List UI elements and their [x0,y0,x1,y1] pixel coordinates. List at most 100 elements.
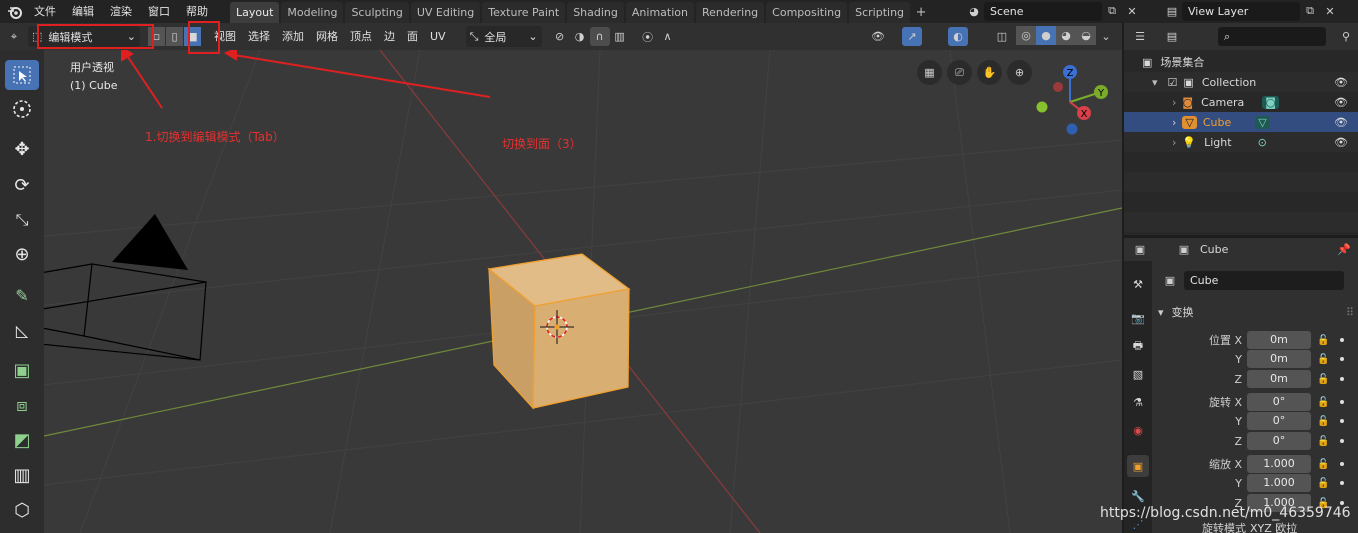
knife-tool[interactable]: ⬡ [5,495,39,525]
tab-sculpting[interactable]: Sculpting [345,2,409,23]
eye-icon[interactable]: 👁 [1334,116,1348,129]
pan-hand-icon[interactable]: ✋ [977,60,1002,85]
gizmo-icon[interactable]: ↗ [902,27,922,46]
lock-icon[interactable]: 🔓 [1317,335,1329,346]
drag-handle-icon[interactable]: ⠿ [1346,306,1354,319]
tab-rendering[interactable]: Rendering [695,2,765,23]
overlay-icon[interactable]: ◐ [948,27,968,46]
outliner-row-cube[interactable]: › ▽ Cube ▽ 👁 [1124,112,1358,132]
keyframe-dot-icon[interactable] [1340,462,1344,466]
rotation-x-field[interactable]: 0° [1247,393,1311,411]
lock-icon[interactable]: 🔓 [1317,416,1329,427]
display-mode-icon[interactable]: ▤ [1162,27,1182,46]
light-data-icon[interactable]: ⊙ [1258,136,1267,149]
modifier-tab-icon[interactable]: 🔧 [1127,485,1149,507]
editor-type-icon[interactable]: ⌖ [4,27,24,46]
view-layer-field[interactable]: View Layer [1182,1,1300,21]
menu-vertex[interactable]: 顶点 [344,26,378,47]
render-tab-icon[interactable]: 📷 [1127,307,1149,329]
xray-icon[interactable]: ◫ [992,27,1012,46]
outliner-search-input[interactable]: ⌕ [1218,27,1326,46]
pivot-icon[interactable]: ⊘ [550,27,570,46]
location-x-field[interactable]: 0m [1247,331,1311,349]
menu-uv[interactable]: UV [424,26,452,47]
edge-select-icon[interactable]: ▯ [166,27,184,46]
properties-editor-icon[interactable]: ▣ [1130,240,1150,259]
scale-tool[interactable]: ⤡ [5,205,39,235]
outliner-row-collection[interactable]: ▾ ☑ ▣ Collection 👁 [1124,72,1358,92]
outliner-row-camera[interactable]: › ◙ Camera ◙ 👁 [1124,92,1358,112]
falloff-icon[interactable]: ∧ [658,27,678,46]
expand-icon[interactable]: › [1172,136,1176,149]
scene-tab-icon[interactable]: ⚗ [1127,391,1149,413]
new-scene-icon[interactable]: ⧉ [1102,2,1122,21]
select-box-tool[interactable] [5,60,39,90]
mesh-data-icon[interactable]: ▽ [1255,115,1270,129]
add-workspace-button[interactable]: + [912,2,930,23]
menu-edit[interactable]: 编辑 [64,2,102,22]
menu-add[interactable]: 添加 [276,26,310,47]
chevron-down-icon[interactable]: ⌄ [1096,27,1116,46]
menu-select[interactable]: 选择 [242,26,276,47]
annotate-tool[interactable]: ✎ [5,280,39,310]
tool-tab-icon[interactable]: ⚒ [1127,273,1149,295]
object-name-field[interactable]: Cube [1184,270,1344,290]
keyframe-dot-icon[interactable] [1340,338,1344,342]
measure-tool[interactable]: ◺ [5,315,39,345]
object-tab-icon[interactable]: ▣ [1127,455,1149,477]
lock-icon[interactable]: 🔓 [1317,459,1329,470]
eye-icon[interactable]: 👁 [1334,136,1348,149]
zoom-icon[interactable]: ⊕ [1007,60,1032,85]
expand-icon[interactable]: › [1172,116,1176,129]
output-tab-icon[interactable]: 🖶 [1127,335,1149,357]
scale-x-field[interactable]: 1.000 [1247,455,1311,473]
tab-animation[interactable]: Animation [625,2,694,23]
camera-data-icon[interactable]: ◙ [1262,95,1279,109]
menu-help[interactable]: 帮助 [178,2,216,22]
menu-render[interactable]: 渲染 [102,2,140,22]
view-layer-icon[interactable]: ▤ [1162,2,1182,21]
tab-uv-editing[interactable]: UV Editing [410,2,481,23]
orientation-dropdown[interactable]: ⤡ 全局 ⌄ [465,26,542,47]
menu-mesh[interactable]: 网格 [310,26,344,47]
tab-modeling[interactable]: Modeling [281,2,344,23]
axis-gizmo[interactable]: Z Y X [1032,62,1112,142]
inset-tool[interactable]: ⧈ [5,390,39,420]
keyframe-dot-icon[interactable] [1340,439,1344,443]
world-tab-icon[interactable]: ◉ [1127,419,1149,441]
tab-texture-paint[interactable]: Texture Paint [482,2,566,23]
tab-compositing[interactable]: Compositing [766,2,848,23]
menu-edge[interactable]: 边 [378,26,401,47]
keyframe-dot-icon[interactable] [1340,481,1344,485]
outliner-editor-icon[interactable]: ☰ [1130,27,1150,46]
tab-scripting[interactable]: Scripting [849,2,911,23]
snap-icon[interactable]: ◑ [570,27,590,46]
menu-face[interactable]: 面 [401,26,424,47]
eye-icon[interactable]: 👁 [1334,76,1348,89]
filter-icon[interactable]: ⚲ [1336,27,1356,46]
bevel-tool[interactable]: ◩ [5,425,39,455]
lock-icon[interactable]: 🔓 [1317,374,1329,385]
rendered-shading-icon[interactable]: ◒ [1076,26,1096,45]
lock-icon[interactable]: 🔓 [1317,397,1329,408]
eye-icon[interactable]: 👁 [1334,96,1348,109]
checkbox-icon[interactable]: ☑ [1168,76,1178,89]
material-shading-icon[interactable]: ◕ [1056,26,1076,45]
snap-target-icon[interactable]: ▥ [610,27,630,46]
new-view-layer-icon[interactable]: ⧉ [1300,2,1320,21]
cube-object[interactable] [487,253,631,410]
expand-icon[interactable]: › [1172,96,1176,109]
grid-view-icon[interactable]: ▦ [917,60,942,85]
expand-icon[interactable]: ▾ [1152,76,1158,89]
tab-shading[interactable]: Shading [567,2,624,23]
transform-tool[interactable]: ⊕ [5,239,39,269]
visibility-icon[interactable]: 👁 [868,27,888,46]
menu-window[interactable]: 窗口 [140,2,178,22]
wireframe-shading-icon[interactable]: ◎ [1016,26,1036,45]
scale-y-field[interactable]: 1.000 [1247,474,1311,492]
3d-viewport[interactable]: 用户透视 (1) Cube 1.切换到编辑模式（Tab） 切换到面（3） ▦ ⎚… [0,50,1122,533]
delete-view-layer-icon[interactable]: ✕ [1320,2,1340,21]
rotation-y-field[interactable]: 0° [1247,412,1311,430]
keyframe-dot-icon[interactable] [1340,400,1344,404]
outliner-row-scene[interactable]: ▣ 场景集合 [1124,52,1358,72]
